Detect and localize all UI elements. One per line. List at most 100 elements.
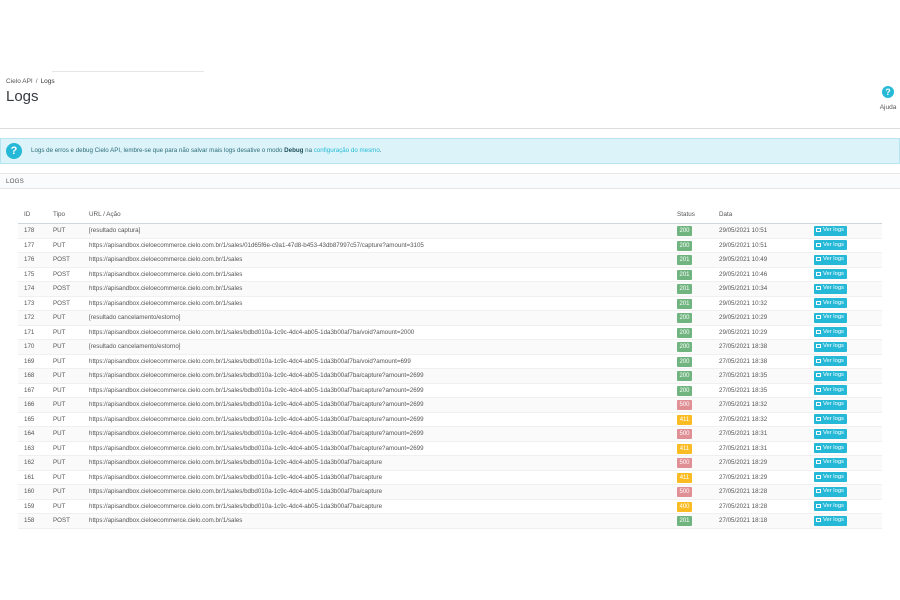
row-date: 27/05/2021 18:28 <box>719 488 768 495</box>
view-logs-button[interactable]: Ver logs <box>814 385 847 395</box>
table-row: 174 POST https://apisandbox.cieloecommerce… <box>18 282 882 297</box>
row-date: 29/05/2021 10:29 <box>719 314 768 321</box>
row-status: 500 <box>677 487 692 497</box>
view-logs-button[interactable]: Ver logs <box>814 414 847 424</box>
breadcrumb: Cielo API / Logs <box>6 78 55 85</box>
view-logs-label: Ver logs <box>823 488 844 494</box>
status-badge: 200 <box>677 313 692 323</box>
row-type: PUT <box>53 372 66 379</box>
column-header-date: Data <box>719 211 733 218</box>
row-url: https://apisandbox.cieloecommerce.cielo.… <box>89 241 424 249</box>
list-icon <box>816 431 821 435</box>
view-logs-label: Ver logs <box>823 430 844 436</box>
row-id: 167 <box>24 386 35 394</box>
row-type: PUT <box>53 459 66 466</box>
row-date: 29/05/2021 10:34 <box>719 285 768 292</box>
alert-message: Logs de erros e debug Cielo API, lembre-… <box>31 147 382 154</box>
row-type: PUT <box>53 314 66 321</box>
row-type: PUT <box>53 415 66 423</box>
row-status: 200 <box>677 342 692 352</box>
column-header-status: Status <box>677 211 695 218</box>
view-logs-button[interactable]: Ver logs <box>814 428 847 439</box>
row-action: Ver logs <box>814 370 847 381</box>
row-date: 27/05/2021 18:35 <box>719 372 768 379</box>
view-logs-label: Ver logs <box>823 343 844 349</box>
breadcrumb-parent-link[interactable]: Cielo API <box>6 78 33 85</box>
row-url: https://apisandbox.cieloecommerce.cielo.… <box>89 488 383 495</box>
view-logs-button[interactable]: Ver logs <box>814 472 847 482</box>
row-date: 27/05/2021 18:38 <box>719 357 768 365</box>
row-id: 177 <box>24 241 35 249</box>
view-logs-label: Ver logs <box>823 328 844 335</box>
view-logs-button[interactable]: Ver logs <box>814 370 847 381</box>
view-logs-button[interactable]: Ver logs <box>814 399 847 410</box>
row-url: https://apisandbox.cieloecommerce.cielo.… <box>89 459 383 466</box>
view-logs-button[interactable]: Ver logs <box>814 486 847 497</box>
view-logs-button[interactable]: Ver logs <box>814 501 847 511</box>
info-alert: ? Logs de erros e debug Cielo API, lembr… <box>0 138 900 164</box>
view-logs-button[interactable]: Ver logs <box>814 341 847 352</box>
row-type: PUT <box>53 328 66 336</box>
row-url: [resultado cancelamento/estorno] <box>89 343 181 350</box>
row-type: PUT <box>53 488 66 495</box>
view-logs-button[interactable]: Ver logs <box>814 443 847 453</box>
list-icon <box>816 300 821 305</box>
view-logs-button[interactable]: Ver logs <box>814 356 847 366</box>
row-status: 201 <box>677 298 692 309</box>
row-status: 500 <box>677 458 692 468</box>
view-logs-button[interactable]: Ver logs <box>814 515 847 526</box>
page-title: Logs <box>6 88 39 105</box>
table-row: 159 PUT https://apisandbox.cieloecommerce.… <box>18 500 882 514</box>
view-logs-button[interactable]: Ver logs <box>814 312 847 323</box>
row-date: 29/05/2021 10:49 <box>719 256 768 263</box>
row-action: Ver logs <box>814 254 847 265</box>
table-row: 178 PUT [resultado captura] 200 29/05/2021 1… <box>18 224 882 239</box>
row-date: 29/05/2021 10:32 <box>719 299 768 307</box>
row-id: 165 <box>24 415 35 423</box>
row-url: https://apisandbox.cieloecommerce.cielo.… <box>89 517 243 524</box>
row-url: https://apisandbox.cieloecommerce.cielo.… <box>89 256 243 263</box>
help-button[interactable]: ? Ajuda <box>876 86 900 111</box>
panel-title: LOGS <box>6 178 24 185</box>
row-type: POST <box>53 517 70 524</box>
question-icon: ? <box>6 143 22 159</box>
row-url: https://apisandbox.cieloecommerce.cielo.… <box>89 299 243 307</box>
view-logs-button[interactable]: Ver logs <box>814 240 847 250</box>
view-logs-button[interactable]: Ver logs <box>814 327 847 337</box>
table-row: 162 PUT https://apisandbox.cieloecommerce.… <box>18 456 882 471</box>
row-type: POST <box>53 299 70 307</box>
table-row: 177 PUT https://apisandbox.cieloecommerce.… <box>18 239 882 253</box>
view-logs-button[interactable]: Ver logs <box>814 283 847 294</box>
list-icon <box>816 518 821 522</box>
row-type: PUT <box>53 386 66 394</box>
view-logs-label: Ver logs <box>823 473 844 480</box>
row-status: 201 <box>677 255 692 265</box>
list-icon <box>816 503 821 508</box>
view-logs-button[interactable]: Ver logs <box>814 457 847 468</box>
status-badge: 201 <box>677 284 692 294</box>
alert-config-link[interactable]: configuração do mesmo <box>314 147 380 154</box>
view-logs-label: Ver logs <box>823 372 844 378</box>
row-date: 27/05/2021 18:31 <box>719 444 768 452</box>
row-type: PUT <box>53 357 66 365</box>
row-url: https://apisandbox.cieloecommerce.cielo.… <box>89 357 411 365</box>
list-icon <box>816 474 821 479</box>
row-date: 27/05/2021 18:38 <box>719 343 768 350</box>
view-logs-button[interactable]: Ver logs <box>814 254 847 265</box>
row-url: https://apisandbox.cieloecommerce.cielo.… <box>89 328 415 336</box>
view-logs-button[interactable]: Ver logs <box>814 298 847 308</box>
view-logs-button[interactable]: Ver logs <box>814 225 847 236</box>
row-url: https://apisandbox.cieloecommerce.cielo.… <box>89 502 383 510</box>
view-logs-button[interactable]: Ver logs <box>814 269 847 279</box>
row-url: https://apisandbox.cieloecommerce.cielo.… <box>89 270 243 278</box>
row-type: PUT <box>53 430 66 437</box>
row-status: 411 <box>677 414 692 425</box>
list-icon <box>816 460 821 464</box>
row-url: https://apisandbox.cieloecommerce.cielo.… <box>89 372 424 379</box>
view-logs-label: Ver logs <box>823 285 844 291</box>
table-row: 171 PUT https://apisandbox.cieloecommerce.… <box>18 326 882 340</box>
row-action: Ver logs <box>814 356 847 366</box>
view-logs-label: Ver logs <box>823 386 844 393</box>
row-id: 178 <box>24 227 35 234</box>
table-row: 173 POST https://apisandbox.cieloecommerce… <box>18 297 882 311</box>
